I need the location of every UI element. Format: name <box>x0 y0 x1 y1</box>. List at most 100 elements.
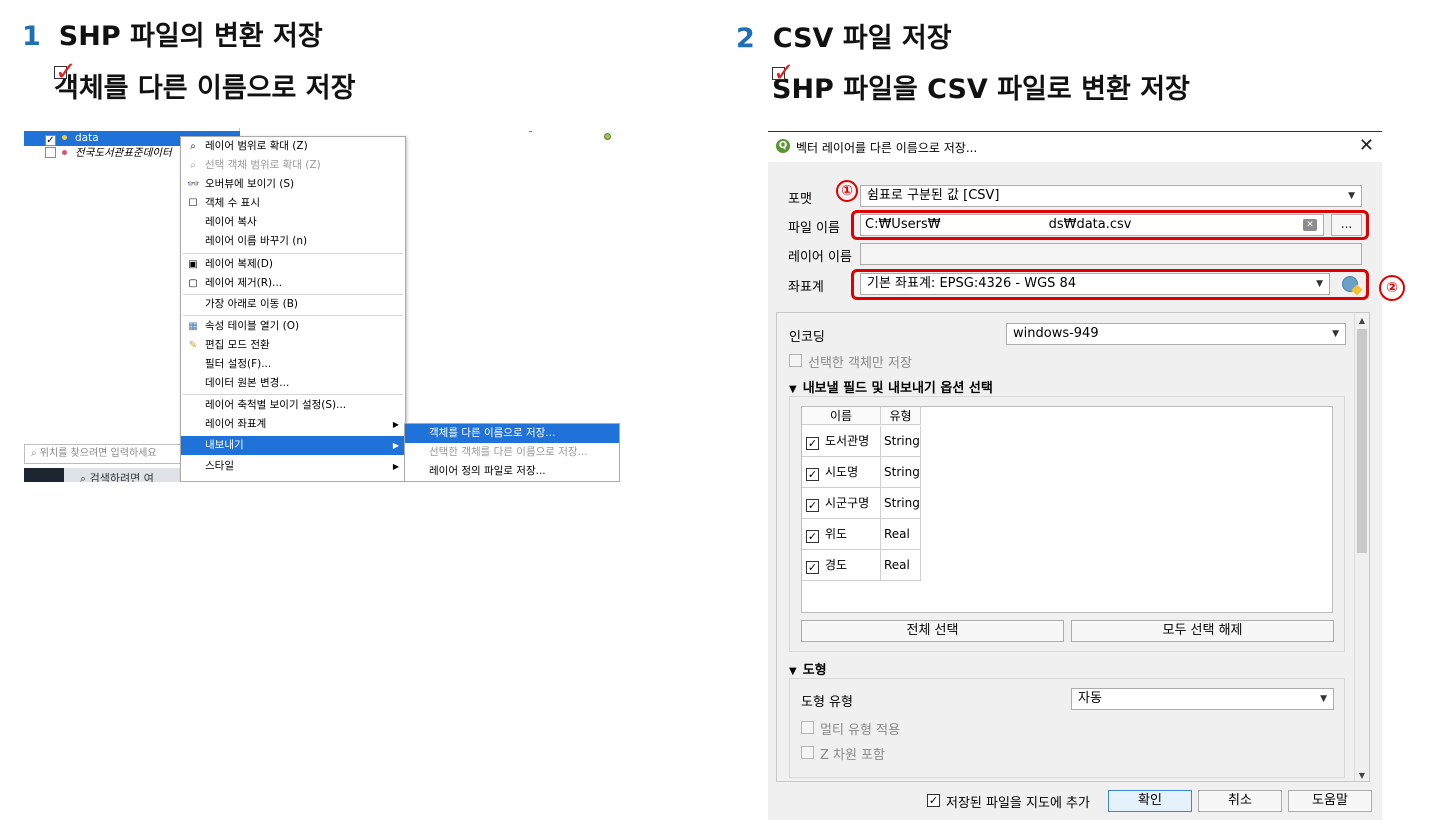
filename-highlight-box <box>851 210 1369 240</box>
menu-item-save-selected-features-as[interactable]: 선택한 객체를 다른 이름으로 저장... <box>405 443 619 462</box>
geometry-section-title: 도형 <box>802 663 827 678</box>
field-name-cell[interactable]: ✓ 경도 <box>802 550 881 581</box>
menu-item-label: 내보내기 <box>205 439 244 451</box>
format-label: 포맷 <box>788 192 812 207</box>
menu-item-export[interactable]: 내보내기 ▶ <box>181 436 405 455</box>
menu-item-label: 레이어 이름 바꾸기 (n) <box>205 235 308 247</box>
menu-item-label: 레이어 복사 <box>205 216 257 228</box>
geometry-section-header[interactable]: ▼ 도형 <box>789 659 827 678</box>
menu-item-show-in-overview[interactable]: 👓 오버뷰에 보이기 (S) <box>181 175 405 194</box>
select-all-button[interactable]: 전체 선택 <box>801 620 1064 642</box>
chevron-down-icon: ▼ <box>1320 694 1327 704</box>
field-checkbox[interactable]: ✓ <box>806 499 819 512</box>
taskbar-search-text: 검색하려면 여 <box>89 472 154 482</box>
menu-item-save-features-as[interactable]: 객체를 다른 이름으로 저장... <box>405 424 619 443</box>
selected-only-checkbox[interactable] <box>789 354 802 367</box>
geometry-type-label: 도형 유형 <box>801 695 853 710</box>
fields-section-header[interactable]: ▼ 내보낼 필드 및 내보내기 옵션 선택 <box>789 377 993 396</box>
vertical-scrollbar[interactable]: ▲ ▼ <box>1354 313 1369 781</box>
zoom-icon: ⌕ <box>190 141 196 152</box>
add-to-map-checkbox[interactable]: ✓ <box>927 794 940 807</box>
z-dimension-checkbox[interactable] <box>801 746 814 759</box>
field-checkbox[interactable]: ✓ <box>806 561 819 574</box>
menu-item-toggle-editing[interactable]: ✎ 편집 모드 전환 <box>181 336 405 355</box>
menu-item-move-to-bottom[interactable]: 가장 아래로 이동 (B) <box>181 295 405 314</box>
menu-item-label: 오버뷰에 보이기 (S) <box>205 178 295 190</box>
menu-item-label: 레이어 범위로 확대 (Z) <box>205 140 308 152</box>
field-name-cell[interactable]: ✓ 도서관명 <box>802 426 881 457</box>
menu-item-label: 선택 객체 범위로 확대 (Z) <box>205 159 321 171</box>
ok-button[interactable]: 확인 <box>1108 790 1192 812</box>
map-feature <box>529 131 532 132</box>
menu-item-filter[interactable]: 필터 설정(F)... <box>181 355 405 374</box>
scroll-up-icon[interactable]: ▲ <box>1355 313 1369 328</box>
field-name-cell[interactable]: ✓ 시군구명 <box>802 488 881 519</box>
menu-item-rename-layer[interactable]: 레이어 이름 바꾸기 (n) <box>181 232 405 251</box>
close-icon[interactable]: ✕ <box>1359 135 1374 156</box>
z-dimension-label: Z 차원 포함 <box>820 748 886 763</box>
dialog-title: 벡터 레이어를 다른 이름으로 저장... <box>796 141 978 155</box>
field-type-cell: String <box>881 488 921 519</box>
annotation-marker-2: ② <box>1379 275 1405 301</box>
column-header-name[interactable]: 이름 <box>802 407 881 425</box>
fields-section-title: 내보낼 필드 및 내보내기 옵션 선택 <box>802 381 993 396</box>
field-type-cell: Real <box>881 550 921 581</box>
field-type-cell: String <box>881 457 921 488</box>
chevron-down-icon: ▼ <box>1332 329 1339 339</box>
scrollbar-thumb[interactable] <box>1357 329 1367 553</box>
layer-context-menu: ⌕ 레이어 범위로 확대 (Z) ⌕ 선택 객체 범위로 확대 (Z) 👓 오버뷰에 … <box>180 136 406 482</box>
deselect-all-button[interactable]: 모두 선택 해제 <box>1071 620 1334 642</box>
field-checkbox[interactable]: ✓ <box>806 468 819 481</box>
format-select[interactable]: 쉼표로 구분된 값 [CSV] ▼ <box>860 185 1362 207</box>
menu-separator <box>183 253 403 254</box>
menu-item-copy-layer[interactable]: 레이어 복사 <box>181 213 405 232</box>
menu-item-style[interactable]: 스타일 ▶ <box>181 457 405 476</box>
menu-item-layer-crs[interactable]: 레이어 좌표계 ▶ <box>181 415 405 434</box>
save-vector-layer-dialog: Q 벡터 레이어를 다른 이름으로 저장... ✕ 포맷 쉼표로 구분된 값 [… <box>768 131 1405 820</box>
right-subheading: ✓ SHP 파일을 CSV 파일로 변환 저장 <box>772 60 1190 106</box>
menu-separator <box>183 394 403 395</box>
table-icon: ▦ <box>188 321 198 332</box>
qgis-context-menu-screenshot: ✓ data 전국도서관표준데이터 ⌕ 위치를 찾으려면 입력하세요 ⌕ 검색하려… <box>24 128 620 482</box>
field-name-cell[interactable]: ✓ 시도명 <box>802 457 881 488</box>
left-subheading: ✓ 객체를 다른 이름으로 저장 <box>54 59 355 105</box>
taskbar-search[interactable]: ⌕ 검색하려면 여 <box>80 470 154 482</box>
menu-item-zoom-to-selection[interactable]: ⌕ 선택 객체 범위로 확대 (Z) <box>181 156 405 175</box>
multi-type-checkbox[interactable] <box>801 721 814 734</box>
layer-row-library[interactable]: 전국도서관표준데이터 <box>24 146 172 161</box>
fields-table: 이름 유형 ✓ 도서관명 String ✓ 시도명 String ✓ 시군구명 Str… <box>801 406 1333 613</box>
windows-start-icon[interactable] <box>24 468 64 482</box>
menu-item-label: 객체 수 표시 <box>205 197 260 209</box>
remove-icon: ▢ <box>188 278 198 289</box>
menu-item-duplicate-layer[interactable]: ▣ 레이어 복제(D) <box>181 255 405 274</box>
column-header-type[interactable]: 유형 <box>881 407 921 425</box>
cancel-button[interactable]: 취소 <box>1198 790 1282 812</box>
layername-input[interactable] <box>860 243 1362 265</box>
menu-item-show-feature-count[interactable]: ☐ 객체 수 표시 <box>181 194 405 213</box>
menu-item-open-attribute-table[interactable]: ▦ 속성 테이블 열기 (O) <box>181 317 405 336</box>
field-name-cell[interactable]: ✓ 위도 <box>802 519 881 550</box>
menu-item-zoom-to-layer[interactable]: ⌕ 레이어 범위로 확대 (Z) <box>181 137 405 156</box>
field-checkbox[interactable]: ✓ <box>806 530 819 543</box>
options-scroll-area[interactable]: 인코딩 windows-949 ▼ 선택한 객체만 저장 ▼ 내보낼 필드 및 내보… <box>776 312 1370 782</box>
menu-item-remove-layer[interactable]: ▢ 레이어 제거(R)... <box>181 274 405 293</box>
help-button[interactable]: 도움말 <box>1288 790 1372 812</box>
layer-visibility-checkbox[interactable] <box>45 147 56 158</box>
annotation-marker-1: ① <box>836 180 858 202</box>
menu-item-label: 선택한 객체를 다른 이름으로 저장... <box>429 446 588 458</box>
export-submenu: 객체를 다른 이름으로 저장... 선택한 객체를 다른 이름으로 저장... … <box>404 423 620 482</box>
field-name: 시도명 <box>825 465 859 479</box>
menu-item-change-data-source[interactable]: 데이터 원본 변경... <box>181 374 405 393</box>
scroll-down-icon[interactable]: ▼ <box>1355 768 1369 781</box>
encoding-label: 인코딩 <box>789 330 825 345</box>
geometry-type-select[interactable]: 자동 ▼ <box>1071 688 1334 710</box>
menu-item-save-layer-definition[interactable]: 레이어 정의 파일로 저장... <box>405 462 619 481</box>
menu-item-scale-visibility[interactable]: 레이어 축척별 보이기 설정(S)... <box>181 396 405 415</box>
layer-visibility-checkbox[interactable]: ✓ <box>45 135 56 146</box>
encoding-select[interactable]: windows-949 ▼ <box>1006 323 1346 345</box>
field-name: 시군구명 <box>825 496 870 510</box>
menu-item-label: 스타일 <box>205 460 234 472</box>
menu-item-label: 데이터 원본 변경... <box>205 377 290 389</box>
collapse-icon: ▼ <box>789 666 797 677</box>
field-checkbox[interactable]: ✓ <box>806 437 819 450</box>
